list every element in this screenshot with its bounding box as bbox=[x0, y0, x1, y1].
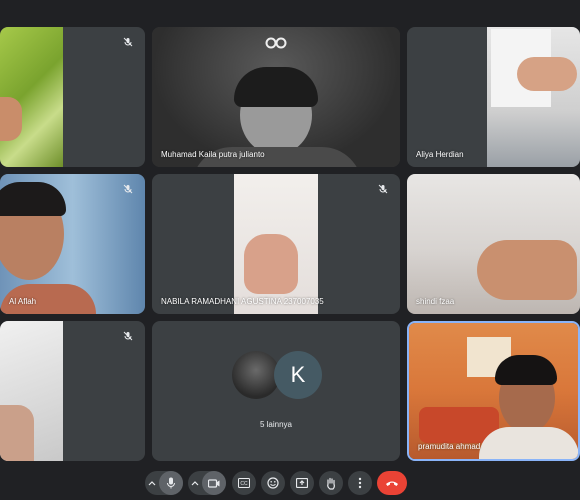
camera-icon bbox=[208, 478, 220, 488]
participant-tile-1[interactable] bbox=[0, 27, 145, 167]
avatar-letter: K bbox=[290, 362, 306, 387]
chevron-up-icon[interactable] bbox=[188, 471, 202, 495]
avatar-photo bbox=[232, 351, 280, 399]
participant-name: pramudita ahmad bbox=[418, 442, 481, 451]
participant-name: Muhamad Kaila putra julianto bbox=[161, 150, 265, 159]
captions-button[interactable]: CC bbox=[232, 471, 256, 495]
person-body bbox=[479, 427, 578, 459]
participant-name: shindi fzaa bbox=[416, 297, 455, 306]
mic-off-icon bbox=[376, 182, 390, 196]
more-options-button[interactable] bbox=[348, 471, 372, 495]
others-count-label: 5 lainnya bbox=[259, 420, 293, 429]
person-hair bbox=[234, 67, 318, 107]
logo-icon bbox=[265, 36, 287, 49]
hand-shape bbox=[244, 234, 298, 294]
participant-tile-8[interactable]: pramudita ahmad bbox=[407, 321, 580, 461]
hand-shape bbox=[0, 405, 34, 461]
closed-captions-icon: CC bbox=[238, 478, 250, 488]
present-screen-icon bbox=[296, 478, 308, 488]
hand-shape bbox=[517, 57, 577, 91]
mic-control-group bbox=[145, 471, 183, 495]
person-hair bbox=[495, 355, 557, 385]
more-options-icon bbox=[358, 477, 362, 489]
participant-name: Al Aflah bbox=[9, 297, 37, 306]
chevron-up-icon[interactable] bbox=[145, 471, 159, 495]
leave-call-icon bbox=[386, 481, 398, 486]
participant-tile-5[interactable]: NABILA RAMADHANI AGUSTINA 237007035 bbox=[152, 174, 400, 314]
present-button[interactable] bbox=[290, 471, 314, 495]
participant-tile-7[interactable] bbox=[0, 321, 145, 461]
avatar-k: K bbox=[274, 351, 322, 399]
participant-tile-4[interactable]: Al Aflah bbox=[0, 174, 145, 314]
svg-text:CC: CC bbox=[240, 481, 248, 487]
participant-name: Aliya Herdian bbox=[416, 150, 464, 159]
camera-button[interactable] bbox=[202, 471, 226, 495]
camera-control-group bbox=[188, 471, 226, 495]
hand-shape bbox=[0, 97, 22, 141]
emoji-button[interactable] bbox=[261, 471, 285, 495]
leave-call-button[interactable] bbox=[377, 471, 407, 495]
mic-off-icon bbox=[121, 182, 135, 196]
mic-off-icon bbox=[121, 329, 135, 343]
participant-tile-3[interactable]: Aliya Herdian bbox=[407, 27, 580, 167]
emoji-icon bbox=[267, 477, 279, 489]
raise-hand-icon bbox=[327, 477, 335, 490]
raise-hand-button[interactable] bbox=[319, 471, 343, 495]
control-bar: CC bbox=[0, 462, 580, 500]
others-tile[interactable]: K 5 lainnya bbox=[152, 321, 400, 461]
participant-tile-6[interactable]: shindi fzaa bbox=[407, 174, 580, 314]
microphone-icon bbox=[167, 477, 175, 489]
hand-shape bbox=[477, 240, 577, 300]
microphone-button[interactable] bbox=[159, 471, 183, 495]
participant-tile-2[interactable]: Muhamad Kaila putra julianto bbox=[152, 27, 400, 167]
participant-name: NABILA RAMADHANI AGUSTINA 237007035 bbox=[161, 297, 324, 306]
mic-off-icon bbox=[121, 35, 135, 49]
